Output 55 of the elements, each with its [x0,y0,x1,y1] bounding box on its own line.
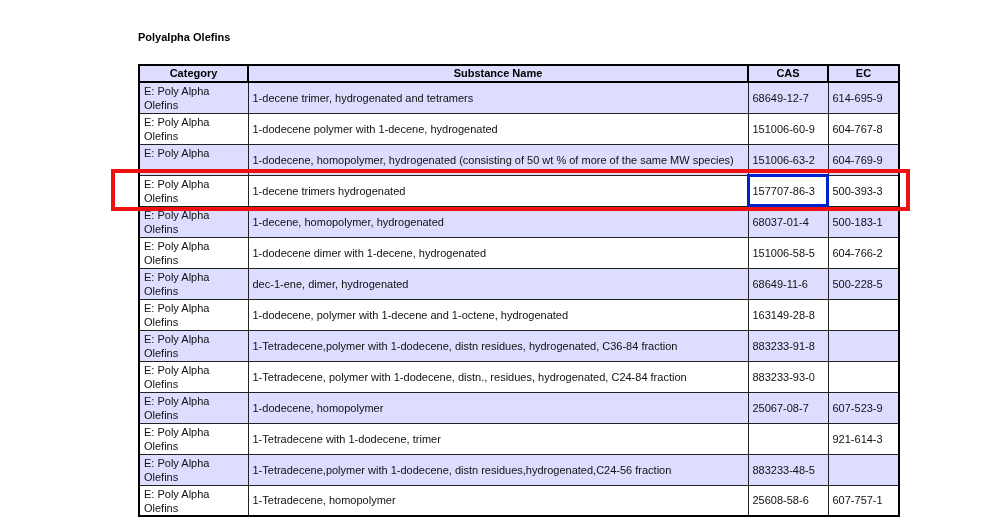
category-text: E: Poly Alpha [144,146,210,159]
column-header: Substance Name [248,65,748,82]
category-text: E: Poly Alpha Olefins [144,239,210,266]
column-header: Category [139,65,248,82]
cas-number: 68649-12-7 [752,91,809,104]
ec-number: 500-393-3 [832,184,883,197]
cas-number: 163149-28-8 [752,308,815,321]
category-text: E: Poly Alpha Olefins [144,363,210,390]
cas-number: 151006-63-2 [752,153,815,166]
cas-number: 151006-58-5 [752,246,815,259]
substance-name: 1-Tetradecene,polymer with 1-dodecene, distn residues,hydrogenated,C24-56 fraction [252,463,672,476]
cas-number: 883233-48-5 [752,463,815,476]
substance-name: 1-Tetradecene, polymer with 1-dodecene, distn., residues, hydrogenated, C24-84 fraction [252,370,687,383]
cas-number: 883233-91-8 [752,339,815,352]
substance-name: 1-dodecene, homopolymer, hydrogenated (consisting of 50 wt % of more of the same MW species) [252,153,734,166]
category-text: E: Poly Alpha Olefins [144,270,210,297]
category-text: E: Poly Alpha Olefins [144,456,210,483]
category-text: E: Poly Alpha Olefins [144,177,210,204]
cas-number: 25067-08-7 [752,401,809,414]
ec-number: 921-614-3 [832,432,883,445]
cas-number: 68649-11-6 [752,277,808,290]
substance-name: 1-dodecene dimer with 1-decene, hydrogenated [252,246,487,259]
substance-name: 1-dodecene polymer with 1-decene, hydrogenated [252,122,498,135]
substance-name: 1-decene, homopolymer, hydrogenated [252,215,444,228]
category-text: E: Poly Alpha Olefins [144,487,210,514]
substance-name: 1-Tetradecene,polymer with 1-dodecene, distn residues, hydrogenated, C36-84 fraction [252,339,678,352]
category-text: E: Poly Alpha Olefins [144,394,210,421]
ec-number: 604-766-2 [832,246,883,259]
ec-number: 607-757-1 [832,494,883,507]
category-text: E: Poly Alpha Olefins [144,85,210,111]
cas-number: 883233-93-0 [752,370,815,383]
substance-name: 1-decene trimers hydrogenated [252,184,406,197]
cas-number: 151006-60-9 [752,122,815,135]
column-header: CAS [748,65,828,82]
cas-number: 25608-58-6 [752,494,809,507]
ec-number: 607-523-9 [832,401,883,414]
cas-number: 157707-86-3 [752,184,815,197]
substance-name: 1-decene trimer, hydrogenated and tetramers [252,91,474,104]
cas-number: 68037-01-4 [752,215,809,228]
page-title: Polyalpha Olefins [138,30,231,44]
ec-number: 604-767-8 [832,122,883,135]
category-text: E: Poly Alpha Olefins [144,425,210,452]
substance-name: 1-dodecene, homopolymer [252,401,384,414]
substance-name: dec-1-ene, dimer, hydrogenated [252,277,409,290]
ec-number: 604-769-9 [832,153,883,166]
substance-name: 1-Tetradecene with 1-dodecene, trimer [252,432,441,445]
category-text: E: Poly Alpha Olefins [144,208,210,235]
substance-name: 1-dodecene, polymer with 1-decene and 1-octene, hydrogenated [252,308,569,321]
category-text: E: Poly Alpha Olefins [144,301,210,328]
ec-number: 614-695-9 [832,91,883,104]
ec-number: 500-183-1 [832,215,883,228]
category-text: E: Poly Alpha Olefins [144,332,210,359]
substance-name: 1-Tetradecene, homopolymer [252,494,396,507]
ec-number: 500-228-5 [832,277,883,290]
category-text: E: Poly Alpha Olefins [144,115,210,142]
